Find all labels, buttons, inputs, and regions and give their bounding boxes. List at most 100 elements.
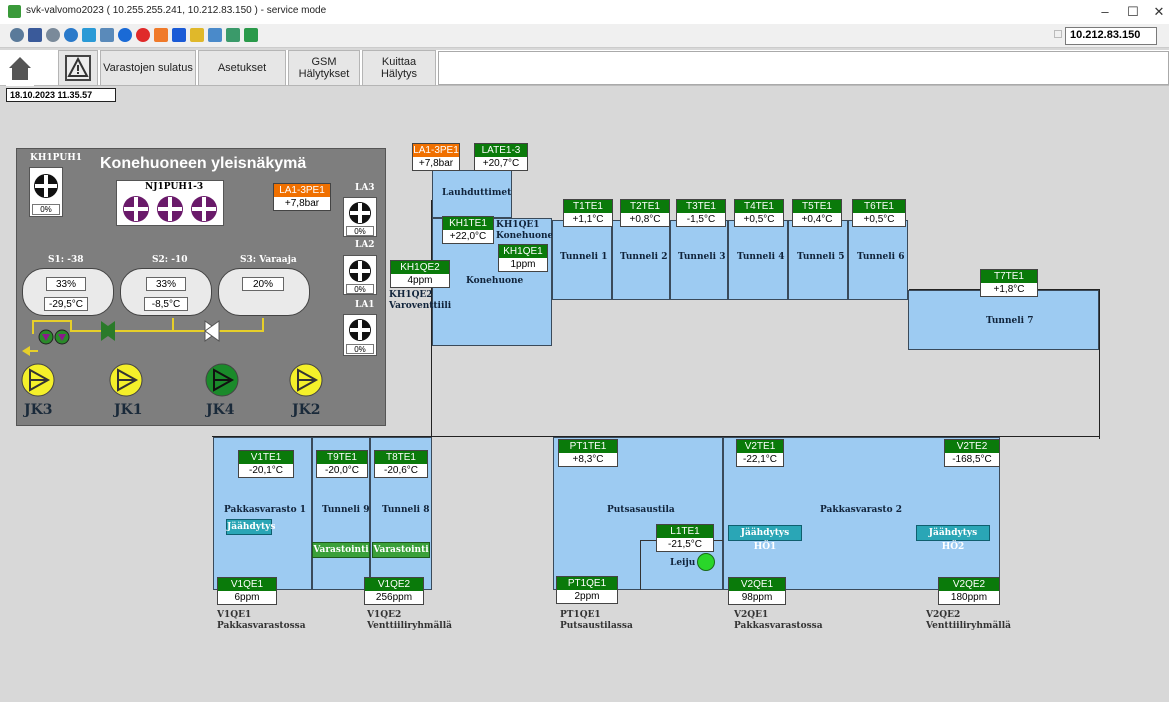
v2qe2-tag[interactable]: V2QE2 180ppm [938,577,1000,605]
home-button[interactable] [6,50,34,86]
v1te1-tag[interactable]: V1TE1 -20,1°C [238,450,294,478]
v1qe1-caption-l1: V1QE1 [217,610,252,620]
s3-percent: 20% [242,277,284,291]
minimize-icon[interactable]: – [1094,2,1116,22]
oil-pump-icon[interactable] [38,328,70,346]
late13-value: +20,7°C [475,157,527,170]
varastointi-t9-button[interactable]: Varastointi [312,542,370,558]
kh1qe1-name: KH1QE1 [499,245,547,258]
t8te1-tag[interactable]: T8TE1 -20,6°C [374,450,428,478]
kh1puh1-fan[interactable]: 0% [29,167,63,217]
asetukset-button[interactable]: Asetukset [198,50,286,86]
t4te1-tag[interactable]: T4TE1 +0,5°C [734,199,784,227]
la13pe1-value: +7,8bar [413,157,459,170]
la1-fan[interactable]: 0% [343,314,377,356]
pump-jk2-icon[interactable] [288,362,324,398]
fan-icon [349,260,371,282]
t3te1-tag[interactable]: T3TE1 -1,5°C [676,199,726,227]
info-icon[interactable] [118,28,132,42]
jaahdytys-ho2-button[interactable]: Jäähdytys HÖ2 [916,525,990,552]
kuittaa-halytys-button[interactable]: Kuittaa Hälytys [362,50,436,86]
pt1qe1-caption: PT1QE1 Putsaustilassa [560,610,633,632]
t5te1-tag[interactable]: T5TE1 +0,4°C [792,199,842,227]
v2qe1-caption-l1: V2QE1 [734,610,769,620]
v1qe1-name: V1QE1 [218,578,276,591]
v2te2-name: V2TE2 [945,440,999,453]
t8te1-name: T8TE1 [375,451,427,464]
tunneli-3-label: Tunneli 3 [678,252,726,262]
refresh-icon[interactable] [64,28,78,42]
s1-label: S1: -38 [48,255,84,265]
la13pe1-tag[interactable]: LA1-3PE1 +7,8bar [412,143,460,171]
la13pe1-panel-value: +7,8bar [274,197,330,210]
settings-icon[interactable] [10,28,24,42]
s2-label: S2: -10 [152,255,188,265]
pt1qe1-tag[interactable]: PT1QE1 2ppm [556,576,618,604]
pump-jk1-icon[interactable] [108,362,144,398]
gsm-halytykset-button[interactable]: GSM Hälytykset [288,50,360,86]
maximize-icon[interactable]: ☐ [1122,2,1144,22]
sync-icon[interactable] [226,28,240,42]
jaahdytys-ho1-button[interactable]: Jäähdytys HÖ1 [728,525,802,552]
thermometer-icon[interactable] [154,28,168,42]
pt1te1-tag[interactable]: PT1TE1 +8,3°C [558,439,618,467]
pump-jk3-icon[interactable] [20,362,56,398]
l1te1-tag[interactable]: L1TE1 -21,5°C [656,524,714,552]
pump-jk4-icon[interactable] [204,362,240,398]
varastojen-sulatus-button[interactable]: Varastojen sulatus [100,50,196,86]
windows-icon[interactable] [82,28,96,42]
late13-tag[interactable]: LATE1-3 +20,7°C [474,143,528,171]
v2te1-tag[interactable]: V2TE1 -22,1°C [736,439,784,467]
kh1qe1-tag[interactable]: KH1QE1 1ppm [498,244,548,272]
la2-fan[interactable]: 0% [343,255,377,295]
t9te1-tag[interactable]: T9TE1 -20,0°C [316,450,368,478]
putsaustila-label: Putsasaustila [607,505,675,515]
v2qe1-tag[interactable]: V2QE1 98ppm [728,577,786,605]
app-icon [8,5,21,18]
t9te1-name: T9TE1 [317,451,367,464]
la13pe1-panel-tag[interactable]: LA1-3PE1 +7,8bar [273,183,331,211]
t1te1-tag[interactable]: T1TE1 +1,1°C [563,199,613,227]
halytys-label: Hälytys [380,68,418,80]
receiver-s3[interactable] [218,268,310,316]
wall-line [1099,289,1100,439]
chat-icon[interactable] [244,28,258,42]
alarm-button[interactable] [58,50,98,86]
v1qe1-tag[interactable]: V1QE1 6ppm [217,577,277,605]
t6te1-value: +0,5°C [853,213,905,226]
kh1te1-tag[interactable]: KH1TE1 +22,0°C [442,216,494,244]
v2te1-name: V2TE1 [737,440,783,453]
v2qe1-caption: V2QE1 Pakkasvarastossa [734,610,823,632]
arrow-left-icon [22,346,30,356]
v1qe2-tag[interactable]: V1QE2 256ppm [364,577,424,605]
stop-icon[interactable] [136,28,150,42]
tunneli-5-label: Tunneli 5 [797,252,845,262]
chart-icon[interactable] [100,28,114,42]
valve-icon[interactable] [100,320,116,342]
t2te1-tag[interactable]: T2TE1 +0,8°C [620,199,670,227]
pt1qe1-value: 2ppm [557,590,617,603]
kh1qe2-label-l1: KH1QE2 [389,290,433,300]
la3-fan[interactable]: 0% [343,197,377,237]
folder-icon[interactable] [190,28,204,42]
t6te1-name: T6TE1 [853,200,905,213]
gear-icon[interactable] [46,28,60,42]
v2te2-tag[interactable]: V2TE2 -168,5°C [944,439,1000,467]
fullscreen-icon[interactable] [28,28,42,42]
kh1qe2-tag[interactable]: KH1QE2 4ppm [390,260,450,288]
t4te1-name: T4TE1 [735,200,783,213]
close-icon[interactable]: ✕ [1148,2,1169,22]
l1te1-name: L1TE1 [657,525,713,538]
s1-temperature: -29,5°C [44,297,88,311]
valve-icon[interactable] [204,320,220,342]
varastointi-t8-button[interactable]: Varastointi [372,542,430,558]
jaahdytys-button[interactable]: Jäähdytys [226,519,275,535]
message-icon[interactable] [172,28,186,42]
v2qe1-caption-l2: Pakkasvarastossa [734,621,823,631]
network-icon[interactable] [208,28,222,42]
t6te1-tag[interactable]: T6TE1 +0,5°C [852,199,906,227]
t7te1-tag[interactable]: T7TE1 +1,8°C [980,269,1038,297]
home-icon [9,57,31,80]
ip-address-field[interactable]: 10.212.83.150 [1065,27,1157,45]
jk1-label: JK1 [114,402,143,418]
